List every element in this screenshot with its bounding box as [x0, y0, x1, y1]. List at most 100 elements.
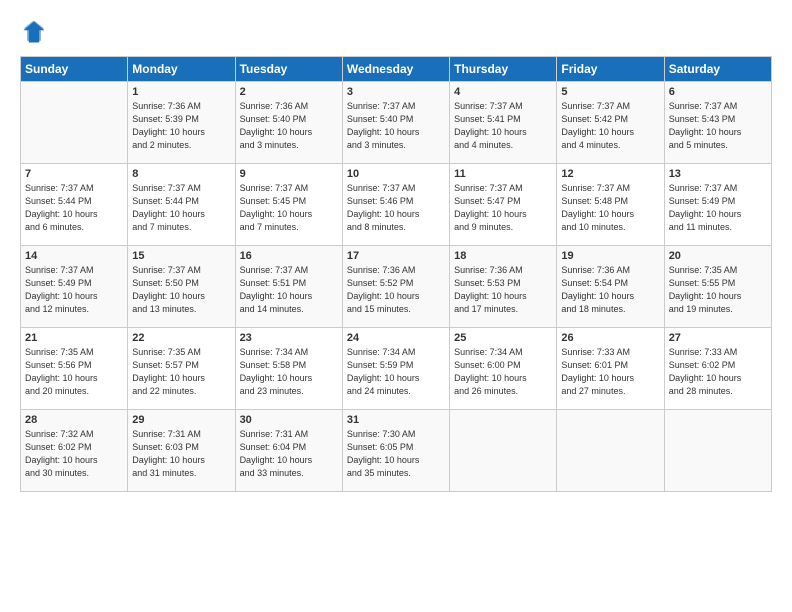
day-number: 12	[561, 168, 659, 180]
day-number: 16	[240, 250, 338, 262]
day-number: 4	[454, 86, 552, 98]
calendar-cell: 6 Sunrise: 7:37 AM Sunset: 5:43 PM Daylig…	[664, 82, 771, 164]
calendar-cell: 11 Sunrise: 7:37 AM Sunset: 5:47 PM Dayli…	[450, 164, 557, 246]
day-number: 14	[25, 250, 123, 262]
week-row-4: 21Sunrise: 7:35 AM Sunset: 5:56 PM Dayli…	[21, 328, 772, 410]
header-day-saturday: Saturday	[664, 57, 771, 82]
calendar-cell: 4Sunrise: 7:37 AM Sunset: 5:41 PM Daylig…	[450, 82, 557, 164]
day-number: 23	[240, 332, 338, 344]
calendar-cell: 22Sunrise: 7:35 AM Sunset: 5:57 PM Dayli…	[128, 328, 235, 410]
header-day-monday: Monday	[128, 57, 235, 82]
day-number: 2	[240, 86, 338, 98]
day-number: 22	[132, 332, 230, 344]
header-day-sunday: Sunday	[21, 57, 128, 82]
day-info: Sunrise: 7:37 AM Sunset: 5:50 PM Dayligh…	[132, 264, 230, 316]
day-info: Sunrise: 7:37 AM Sunset: 5:44 PM Dayligh…	[132, 182, 230, 234]
page-header	[20, 18, 772, 46]
calendar-cell	[664, 410, 771, 492]
header-day-thursday: Thursday	[450, 57, 557, 82]
calendar-cell: 29 Sunrise: 7:31 AM Sunset: 6:03 PM Dayli…	[128, 410, 235, 492]
calendar-table: SundayMondayTuesdayWednesdayThursdayFrid…	[20, 56, 772, 492]
calendar-cell	[21, 82, 128, 164]
day-number: 6	[669, 86, 767, 98]
header-day-friday: Friday	[557, 57, 664, 82]
day-info: Sunrise: 7:32 AM Sunset: 6:02 PM Dayligh…	[25, 428, 123, 480]
calendar-header: SundayMondayTuesdayWednesdayThursdayFrid…	[21, 57, 772, 82]
calendar-cell: 8 Sunrise: 7:37 AM Sunset: 5:44 PM Daylig…	[128, 164, 235, 246]
calendar-cell: 31Sunrise: 7:30 AM Sunset: 6:05 PM Dayli…	[342, 410, 449, 492]
day-number: 26	[561, 332, 659, 344]
week-row-3: 14 Sunrise: 7:37 AM Sunset: 5:49 PM Dayli…	[21, 246, 772, 328]
day-number: 28	[25, 414, 123, 426]
day-number: 29	[132, 414, 230, 426]
calendar-cell: 21Sunrise: 7:35 AM Sunset: 5:56 PM Dayli…	[21, 328, 128, 410]
day-info: Sunrise: 7:37 AM Sunset: 5:44 PM Dayligh…	[25, 182, 123, 234]
day-number: 1	[132, 86, 230, 98]
calendar-cell: 1Sunrise: 7:36 AM Sunset: 5:39 PM Daylig…	[128, 82, 235, 164]
day-info: Sunrise: 7:35 AM Sunset: 5:56 PM Dayligh…	[25, 346, 123, 398]
calendar-cell: 14 Sunrise: 7:37 AM Sunset: 5:49 PM Dayli…	[21, 246, 128, 328]
day-info: Sunrise: 7:36 AM Sunset: 5:53 PM Dayligh…	[454, 264, 552, 316]
header-day-tuesday: Tuesday	[235, 57, 342, 82]
calendar-cell: 19 Sunrise: 7:36 AM Sunset: 5:54 PM Dayli…	[557, 246, 664, 328]
day-number: 3	[347, 86, 445, 98]
logo	[20, 18, 50, 46]
day-number: 30	[240, 414, 338, 426]
calendar-cell: 30Sunrise: 7:31 AM Sunset: 6:04 PM Dayli…	[235, 410, 342, 492]
week-row-1: 1Sunrise: 7:36 AM Sunset: 5:39 PM Daylig…	[21, 82, 772, 164]
calendar-cell	[450, 410, 557, 492]
day-info: Sunrise: 7:34 AM Sunset: 6:00 PM Dayligh…	[454, 346, 552, 398]
calendar-cell: 23Sunrise: 7:34 AM Sunset: 5:58 PM Dayli…	[235, 328, 342, 410]
day-number: 20	[669, 250, 767, 262]
day-number: 9	[240, 168, 338, 180]
day-number: 18	[454, 250, 552, 262]
day-info: Sunrise: 7:33 AM Sunset: 6:02 PM Dayligh…	[669, 346, 767, 398]
day-info: Sunrise: 7:37 AM Sunset: 5:42 PM Dayligh…	[561, 100, 659, 152]
day-info: Sunrise: 7:37 AM Sunset: 5:48 PM Dayligh…	[561, 182, 659, 234]
calendar-cell: 10Sunrise: 7:37 AM Sunset: 5:46 PM Dayli…	[342, 164, 449, 246]
day-number: 19	[561, 250, 659, 262]
calendar-cell: 3 Sunrise: 7:37 AM Sunset: 5:40 PM Daylig…	[342, 82, 449, 164]
day-info: Sunrise: 7:37 AM Sunset: 5:40 PM Dayligh…	[347, 100, 445, 152]
logo-icon	[20, 18, 48, 46]
day-number: 17	[347, 250, 445, 262]
day-number: 27	[669, 332, 767, 344]
calendar-cell: 9 Sunrise: 7:37 AM Sunset: 5:45 PM Daylig…	[235, 164, 342, 246]
calendar-cell: 25 Sunrise: 7:34 AM Sunset: 6:00 PM Dayli…	[450, 328, 557, 410]
day-info: Sunrise: 7:37 AM Sunset: 5:43 PM Dayligh…	[669, 100, 767, 152]
day-number: 5	[561, 86, 659, 98]
day-info: Sunrise: 7:36 AM Sunset: 5:52 PM Dayligh…	[347, 264, 445, 316]
day-info: Sunrise: 7:34 AM Sunset: 5:59 PM Dayligh…	[347, 346, 445, 398]
day-number: 7	[25, 168, 123, 180]
calendar-cell: 20Sunrise: 7:35 AM Sunset: 5:55 PM Dayli…	[664, 246, 771, 328]
calendar-cell: 26Sunrise: 7:33 AM Sunset: 6:01 PM Dayli…	[557, 328, 664, 410]
calendar-cell: 17 Sunrise: 7:36 AM Sunset: 5:52 PM Dayli…	[342, 246, 449, 328]
calendar-cell: 16Sunrise: 7:37 AM Sunset: 5:51 PM Dayli…	[235, 246, 342, 328]
day-number: 11	[454, 168, 552, 180]
calendar-cell: 12 Sunrise: 7:37 AM Sunset: 5:48 PM Dayli…	[557, 164, 664, 246]
calendar-cell: 5 Sunrise: 7:37 AM Sunset: 5:42 PM Daylig…	[557, 82, 664, 164]
calendar-cell: 18 Sunrise: 7:36 AM Sunset: 5:53 PM Dayli…	[450, 246, 557, 328]
day-info: Sunrise: 7:37 AM Sunset: 5:49 PM Dayligh…	[669, 182, 767, 234]
week-row-5: 28 Sunrise: 7:32 AM Sunset: 6:02 PM Dayli…	[21, 410, 772, 492]
day-number: 15	[132, 250, 230, 262]
day-number: 13	[669, 168, 767, 180]
day-info: Sunrise: 7:31 AM Sunset: 6:03 PM Dayligh…	[132, 428, 230, 480]
day-number: 25	[454, 332, 552, 344]
day-number: 10	[347, 168, 445, 180]
header-day-wednesday: Wednesday	[342, 57, 449, 82]
calendar-cell: 28 Sunrise: 7:32 AM Sunset: 6:02 PM Dayli…	[21, 410, 128, 492]
day-info: Sunrise: 7:36 AM Sunset: 5:54 PM Dayligh…	[561, 264, 659, 316]
calendar-cell: 15 Sunrise: 7:37 AM Sunset: 5:50 PM Dayli…	[128, 246, 235, 328]
day-info: Sunrise: 7:36 AM Sunset: 5:40 PM Dayligh…	[240, 100, 338, 152]
day-number: 24	[347, 332, 445, 344]
calendar-cell: 27 Sunrise: 7:33 AM Sunset: 6:02 PM Dayli…	[664, 328, 771, 410]
calendar-body: 1Sunrise: 7:36 AM Sunset: 5:39 PM Daylig…	[21, 82, 772, 492]
day-info: Sunrise: 7:37 AM Sunset: 5:47 PM Dayligh…	[454, 182, 552, 234]
calendar-cell	[557, 410, 664, 492]
day-info: Sunrise: 7:37 AM Sunset: 5:49 PM Dayligh…	[25, 264, 123, 316]
day-info: Sunrise: 7:37 AM Sunset: 5:45 PM Dayligh…	[240, 182, 338, 234]
calendar-cell: 7 Sunrise: 7:37 AM Sunset: 5:44 PM Daylig…	[21, 164, 128, 246]
day-number: 8	[132, 168, 230, 180]
calendar-cell: 13 Sunrise: 7:37 AM Sunset: 5:49 PM Dayli…	[664, 164, 771, 246]
